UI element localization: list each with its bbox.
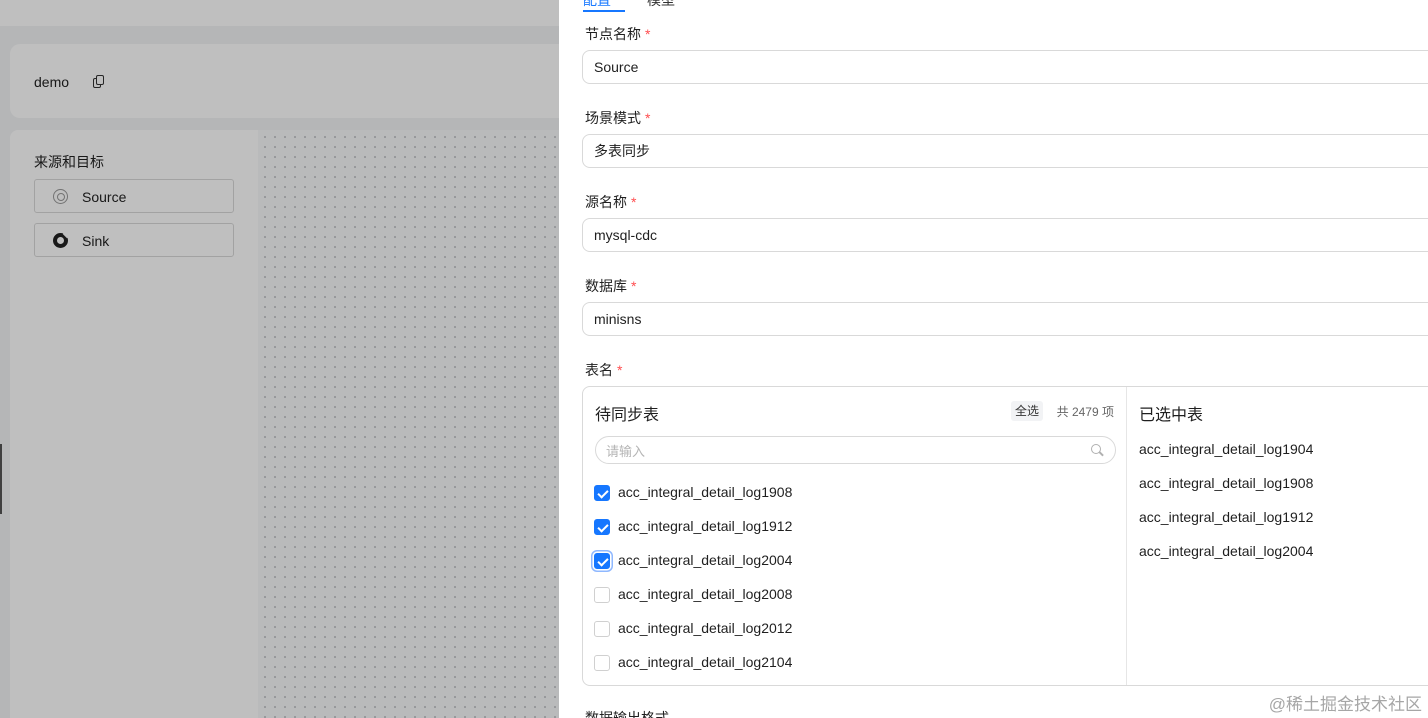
list-item-label: acc_integral_detail_log1912 [618, 518, 793, 534]
database-label: 数据库 * [585, 276, 636, 296]
field-label-text: 场景模式 [585, 110, 641, 126]
checkbox[interactable] [594, 485, 610, 501]
checkbox[interactable] [594, 519, 610, 535]
database-select[interactable]: minisns [582, 302, 1428, 336]
selected-table-item[interactable]: acc_integral_detail_log1904 [1139, 441, 1313, 457]
node-config-drawer: 配置 模型 节点名称 * Source 场景模式 * 多表同步 源名称 * mysql… [559, 0, 1428, 718]
output-format-label: 数据输出格式 [585, 710, 669, 718]
list-item[interactable]: acc_integral_detail_log2104 [583, 646, 1127, 680]
list-item[interactable]: acc_integral_detail_log1904 [583, 469, 1127, 476]
transfer-source-list[interactable]: acc_integral_detail_log1904 acc_integral… [583, 469, 1127, 685]
list-item-label: acc_integral_detail_log1908 [618, 484, 793, 500]
checkbox[interactable] [594, 655, 610, 671]
total-count: 共 2479 项 [1056, 405, 1114, 419]
required-mark: * [617, 362, 623, 378]
transfer-source-panel: 待同步表 全选 共 2479 项 acc_integral_detail_log… [583, 387, 1127, 685]
tab-model[interactable]: 模型 [647, 0, 675, 10]
field-label-text: 数据库 [585, 278, 627, 294]
required-mark: * [645, 110, 651, 126]
table-search-box [595, 436, 1116, 464]
list-item[interactable]: acc_integral_detail_log1908 [583, 476, 1127, 510]
source-name-label: 源名称 * [585, 192, 636, 212]
required-mark: * [645, 26, 651, 42]
watermark: @稀土掘金技术社区 [1268, 695, 1422, 714]
node-name-input[interactable]: Source [582, 50, 1428, 84]
list-item[interactable]: acc_integral_detail_log1912 [583, 510, 1127, 544]
select-all-button[interactable]: 全选 [1011, 401, 1044, 421]
transfer-target-title: 已选中表 [1139, 407, 1204, 424]
transfer-target-panel: 已选中表 acc_integral_detail_log1904 acc_int… [1127, 387, 1428, 685]
checkbox[interactable] [594, 553, 610, 569]
list-item[interactable]: acc_integral_detail_log2012 [583, 612, 1127, 646]
list-item[interactable]: acc_integral_detail_log2004 [583, 544, 1127, 578]
list-item[interactable]: acc_integral_detail_log2008 [583, 578, 1127, 612]
table-transfer: 待同步表 全选 共 2479 项 acc_integral_detail_log… [582, 386, 1428, 686]
selected-table-item[interactable]: acc_integral_detail_log1912 [1139, 509, 1313, 525]
search-icon [1091, 444, 1104, 457]
table-name-label: 表名 * [585, 360, 622, 380]
list-item-label: acc_integral_detail_log2104 [618, 654, 793, 670]
transfer-source-title: 待同步表 [595, 407, 660, 424]
source-name-select[interactable]: mysql-cdc [582, 218, 1428, 252]
selected-table-item[interactable]: acc_integral_detail_log1908 [1139, 475, 1313, 491]
field-label-text: 节点名称 [585, 26, 641, 42]
scene-mode-label: 场景模式 * [585, 108, 650, 128]
tab-config[interactable]: 配置 [583, 0, 611, 10]
field-label-text: 表名 [585, 362, 613, 378]
list-item-label: acc_integral_detail_log2012 [618, 620, 793, 636]
table-search-input[interactable] [606, 441, 1076, 461]
checkbox[interactable] [594, 587, 610, 603]
selected-table-item[interactable]: acc_integral_detail_log2004 [1139, 543, 1313, 559]
active-tab-indicator [583, 10, 625, 12]
scene-mode-select[interactable]: 多表同步 [582, 134, 1428, 168]
required-mark: * [631, 194, 637, 210]
field-label-text: 源名称 [585, 194, 627, 210]
required-mark: * [631, 278, 637, 294]
node-name-label: 节点名称 * [585, 24, 650, 44]
list-item-label: acc_integral_detail_log2004 [618, 552, 793, 568]
list-item-label: acc_integral_detail_log2008 [618, 586, 793, 602]
checkbox[interactable] [594, 621, 610, 637]
